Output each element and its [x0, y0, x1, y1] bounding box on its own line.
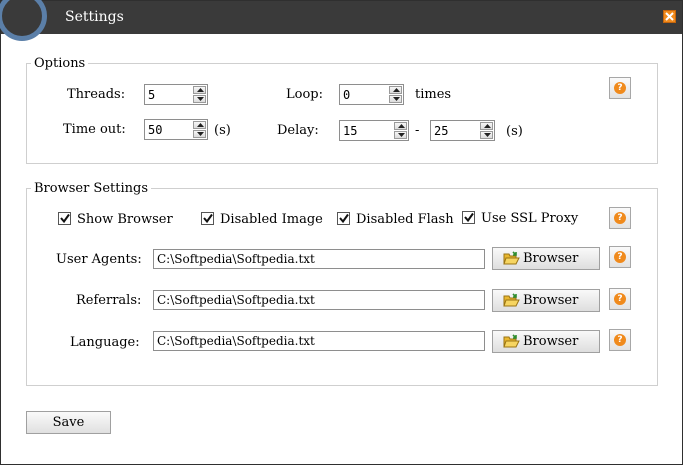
- show-browser-checkbox[interactable]: [58, 212, 71, 225]
- window-title: Settings: [65, 9, 124, 25]
- help-icon: ?: [614, 251, 626, 263]
- browse-label: Browser: [523, 251, 579, 266]
- folder-open-icon: [503, 293, 520, 307]
- help-icon: ?: [614, 334, 626, 346]
- browse-label: Browser: [523, 334, 579, 349]
- disabled-flash-label: Disabled Flash: [356, 212, 454, 227]
- use-ssl-proxy-label: Use SSL Proxy: [481, 211, 579, 226]
- timeout-label: Time out:: [63, 122, 126, 137]
- browse-label: Browser: [523, 293, 579, 308]
- browser-help-button[interactable]: ?: [609, 207, 631, 229]
- language-label: Language:: [70, 335, 140, 350]
- loop-value: 0: [343, 88, 351, 102]
- spinner-down-icon[interactable]: [394, 131, 407, 139]
- threads-spinner[interactable]: 5: [144, 84, 208, 105]
- help-icon: ?: [614, 212, 626, 224]
- settings-window: Settings Options Threads: 5 Time out: 50…: [0, 0, 683, 465]
- folder-open-icon: [503, 334, 520, 348]
- options-legend: Options: [34, 56, 86, 71]
- user-agents-label: User Agents:: [56, 252, 142, 267]
- language-help-button[interactable]: ?: [609, 329, 631, 351]
- referrals-help-button[interactable]: ?: [609, 288, 631, 310]
- spinner-down-icon[interactable]: [193, 130, 206, 138]
- options-group: Options: [26, 56, 658, 164]
- threads-value: 5: [148, 88, 156, 102]
- spinner-up-icon[interactable]: [193, 121, 206, 129]
- use-ssl-proxy-checkbox[interactable]: [462, 211, 475, 224]
- loop-unit: times: [415, 87, 452, 102]
- spinner-down-icon[interactable]: [480, 131, 493, 139]
- timeout-unit: (s): [214, 123, 231, 138]
- disabled-image-checkbox[interactable]: [201, 212, 214, 225]
- referrals-label: Referrals:: [76, 293, 142, 308]
- loop-label: Loop:: [286, 87, 323, 102]
- referrals-browse-button[interactable]: Browser: [492, 289, 600, 312]
- delay-label: Delay:: [277, 123, 319, 138]
- delay-to-spinner[interactable]: 25: [430, 120, 495, 141]
- delay-from-spinner[interactable]: 15: [339, 120, 409, 141]
- language-browse-button[interactable]: Browser: [492, 330, 600, 353]
- options-help-button[interactable]: ?: [609, 77, 631, 99]
- title-bar[interactable]: Settings: [0, 0, 682, 41]
- folder-open-icon: [503, 251, 520, 265]
- user-agents-path-input[interactable]: C:\Softpedia\Softpedia.txt: [153, 249, 485, 269]
- browser-settings-legend: Browser Settings: [34, 181, 149, 196]
- delay-separator: -: [415, 123, 420, 138]
- referrals-path-input[interactable]: C:\Softpedia\Softpedia.txt: [153, 290, 485, 310]
- spinner-up-icon[interactable]: [394, 122, 407, 130]
- delay-from-value: 15: [343, 124, 358, 138]
- spinner-up-icon[interactable]: [480, 122, 493, 130]
- show-browser-label: Show Browser: [77, 212, 173, 227]
- close-icon[interactable]: [663, 10, 676, 23]
- user-agents-browse-button[interactable]: Browser: [492, 247, 600, 270]
- timeout-value: 50: [148, 123, 163, 137]
- spinner-down-icon[interactable]: [193, 95, 206, 103]
- disabled-image-label: Disabled Image: [220, 212, 323, 227]
- help-icon: ?: [614, 293, 626, 305]
- user-agents-help-button[interactable]: ?: [609, 246, 631, 268]
- spinner-up-icon[interactable]: [193, 86, 206, 94]
- save-button[interactable]: Save: [26, 411, 111, 434]
- delay-unit: (s): [506, 124, 523, 139]
- help-icon: ?: [614, 82, 626, 94]
- delay-to-value: 25: [434, 124, 449, 138]
- spinner-up-icon[interactable]: [389, 86, 402, 94]
- threads-label: Threads:: [67, 87, 126, 102]
- app-logo-icon: [0, 0, 47, 41]
- spinner-down-icon[interactable]: [389, 95, 402, 103]
- loop-spinner[interactable]: 0: [339, 84, 404, 105]
- language-path-input[interactable]: C:\Softpedia\Softpedia.txt: [153, 331, 485, 351]
- timeout-spinner[interactable]: 50: [144, 119, 208, 140]
- disabled-flash-checkbox[interactable]: [337, 212, 350, 225]
